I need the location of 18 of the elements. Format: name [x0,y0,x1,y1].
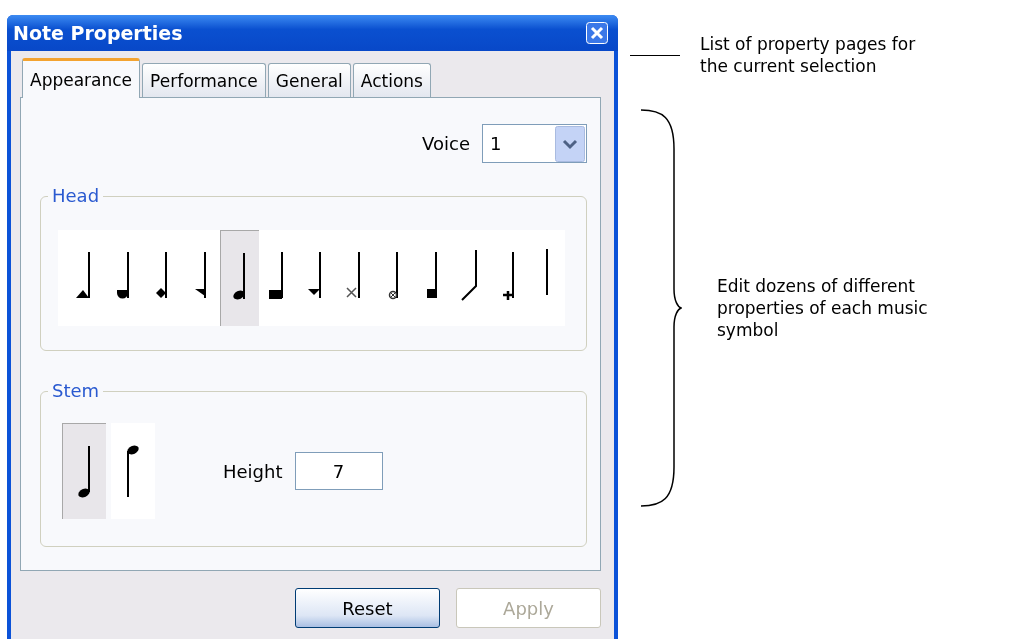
stem-only-icon [546,249,549,295]
window-title: Note Properties [13,22,183,44]
height-label: Height [223,460,283,482]
voice-label: Voice [422,133,470,154]
height-field[interactable]: 7 [294,452,383,490]
dialog-button[interactable]: Reset [295,588,440,628]
annotation-text: List of property pages for the current selection [700,33,917,77]
stem-option[interactable] [62,423,106,519]
close-icon[interactable] [586,22,608,44]
notehead-option[interactable] [220,230,259,326]
stem-option[interactable] [111,423,155,519]
voice-dropdown[interactable]: 1 [482,124,587,163]
annotation-text: Edit dozens of different properties of each music symbol [717,275,929,341]
tab[interactable]: Actions [352,63,431,97]
leader-line [630,55,680,56]
tab[interactable]: General [267,63,351,97]
tab[interactable]: Performance [142,63,266,97]
tab[interactable]: Appearance [22,58,141,98]
